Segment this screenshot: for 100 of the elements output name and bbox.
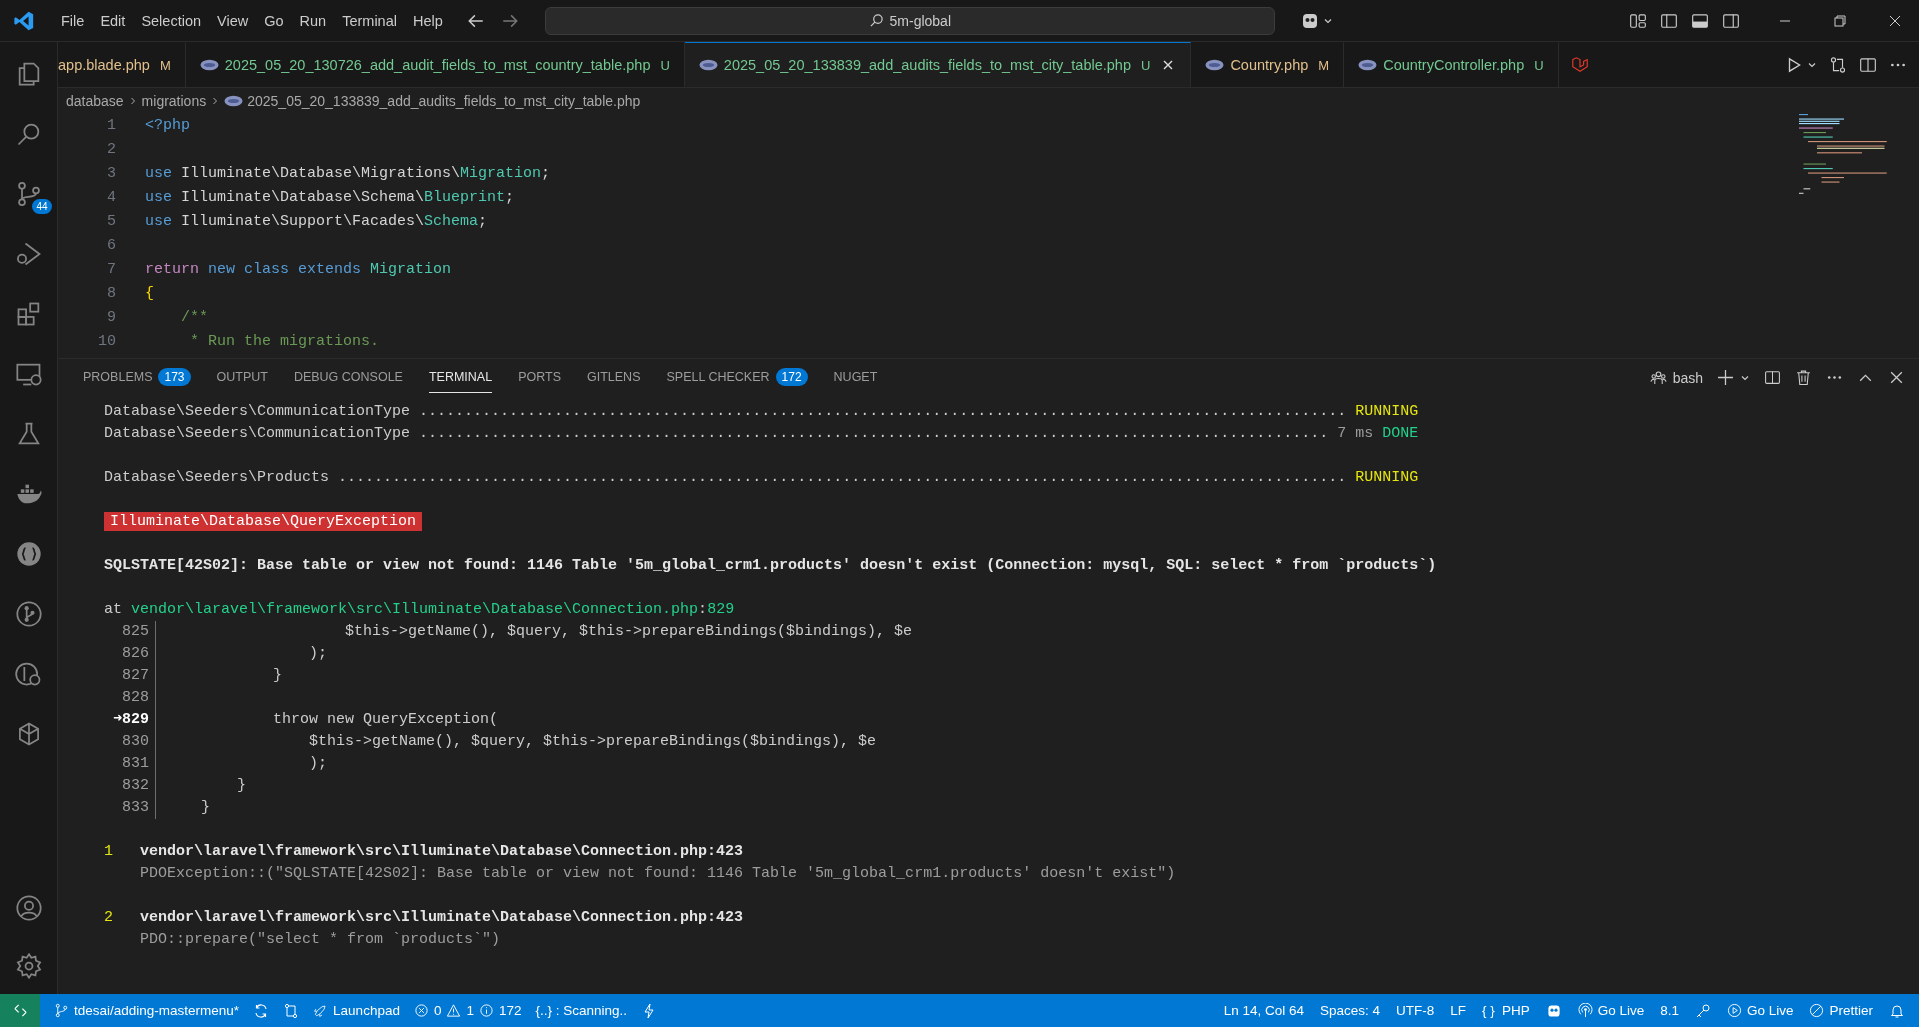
close-icon[interactable]	[1888, 369, 1905, 386]
broadcast-icon	[1577, 1003, 1593, 1018]
command-center-search-field[interactable]: 5m-global	[544, 6, 1275, 35]
cursor-position[interactable]: Ln 14, Col 64	[1223, 1003, 1305, 1018]
panel-toggle-icon[interactable]	[1691, 11, 1709, 30]
problems-status[interactable]: 0 1 172	[413, 1003, 522, 1018]
source-line-number: 833	[104, 797, 156, 819]
frame-call: PDO::prepare("select * from `products`")	[140, 930, 501, 950]
git-person-icon[interactable]	[14, 660, 43, 688]
line-number: 10	[97, 332, 116, 352]
code-line: return new class extends Migration	[144, 260, 452, 280]
layout-icon[interactable]	[1629, 11, 1647, 30]
prettier-status[interactable]: Prettier	[1809, 1003, 1873, 1018]
settings-icon[interactable]	[14, 952, 43, 980]
go-live-button[interactable]: Go Live	[1577, 1003, 1645, 1018]
git-graph-icon[interactable]	[14, 600, 43, 628]
source-line-number: ➜829	[104, 709, 156, 731]
line-number: 4	[106, 188, 116, 208]
seeder-name: Database\Seeders\CommunicationType	[104, 425, 411, 442]
menu-item[interactable]: Go	[256, 12, 292, 29]
panel-tab[interactable]: PORTS	[505, 359, 574, 396]
line-number: 5	[106, 212, 116, 232]
prohibited-icon	[1809, 1003, 1825, 1018]
code-line: {	[144, 284, 154, 304]
braces-circle-icon[interactable]	[14, 540, 43, 568]
menu-item[interactable]: Terminal	[334, 12, 405, 29]
task-status: RUNNING	[1355, 469, 1419, 486]
code-line: use Illuminate\Database\Migrations\Migration;	[144, 164, 551, 184]
seeder-name: Database\Seeders\Products	[104, 469, 330, 486]
dot-leader: .......................................................................................................	[419, 403, 1347, 420]
php-version-status[interactable]: 8.1	[1660, 1003, 1679, 1018]
notifications-icon[interactable]	[1889, 1002, 1905, 1019]
line-number: 8	[106, 284, 116, 304]
breadcrumb-item[interactable]: 2025_05_20_133839_add_audits_fields_to_mst_city_table.php	[247, 93, 641, 109]
go-live-button[interactable]: Go Live	[1726, 1003, 1794, 1018]
error-message: SQLSTATE[42S02]: Base table or view not found: 1146 Table '5m_global_crm1.products' doesn't exist (Connection: mysql, SQL: select * from `products`)	[104, 556, 1438, 576]
source-line-number: 825	[104, 621, 156, 643]
panel-tab[interactable]: DEBUG CONSOLE	[280, 359, 416, 396]
php-file-icon	[698, 59, 718, 71]
account-icon[interactable]	[14, 894, 43, 922]
source-line-number: 827	[104, 665, 156, 687]
menu-item[interactable]: Help	[404, 12, 451, 29]
menu-item[interactable]: File	[53, 12, 93, 29]
code-line: use Illuminate\Database\Schema\Blueprint;	[144, 188, 515, 208]
rocket-icon	[313, 1003, 329, 1018]
plus-icon[interactable]	[1717, 369, 1734, 386]
restore-icon[interactable]	[1832, 12, 1848, 29]
panel-tab[interactable]: SPELL CHECKER 172	[653, 359, 821, 396]
line-number: 7	[106, 260, 116, 280]
line-ending-status[interactable]: LF	[1450, 1003, 1467, 1018]
launchpad-status[interactable]: Launchpad	[313, 1003, 400, 1018]
line-number: 6	[106, 236, 116, 256]
breadcrumb-item[interactable]: database	[66, 93, 124, 109]
split-editor-icon[interactable]	[1859, 55, 1877, 74]
panel-tab[interactable]: NUGET	[820, 359, 891, 396]
remote-icon	[12, 1003, 28, 1018]
secondary-sidebar-toggle-icon[interactable]	[1722, 11, 1740, 30]
encoding-status[interactable]: UTF-8	[1396, 1003, 1435, 1018]
source-code-line: }	[236, 777, 246, 794]
terminal-selector[interactable]: bash	[1649, 369, 1703, 386]
indentation-status[interactable]: Spaces: 4	[1320, 1003, 1381, 1018]
menu-item[interactable]: Edit	[92, 12, 134, 29]
php-file-icon	[1205, 59, 1225, 71]
breadcrumb-item[interactable]: migrations	[141, 93, 207, 109]
dot-leader: ................................................................................................................	[338, 469, 1347, 486]
primary-sidebar-toggle-icon[interactable]	[1660, 11, 1678, 30]
code-line: /**	[180, 308, 208, 328]
menu-item[interactable]: View	[209, 12, 257, 29]
trash-icon[interactable]	[1795, 369, 1812, 386]
php-file-icon	[224, 95, 244, 107]
panel-tab[interactable]: PROBLEMS 173	[70, 359, 204, 396]
frame-path: vendor\laravel\framework\src\Illuminate\Database\Connection.php:423	[140, 908, 744, 928]
menu-item[interactable]: Selection	[133, 12, 210, 29]
php-file-icon	[1358, 59, 1378, 71]
compare-changes-icon[interactable]	[1829, 55, 1847, 74]
panel-tab[interactable]: TERMINAL	[415, 359, 506, 396]
language-mode[interactable]: { } PHP	[1482, 1003, 1530, 1018]
editor-tab[interactable]: 2025_05_20_133839_add_audits_fields_to_mst_city_table.php U	[684, 42, 1192, 87]
run-debug-icon[interactable]	[14, 240, 43, 268]
source-code-line: throw new QueryException(	[272, 711, 499, 728]
git-compare-icon[interactable]	[283, 1002, 300, 1019]
source-line-number: 830	[104, 731, 156, 753]
key-icon[interactable]	[1694, 1002, 1711, 1019]
split-terminal-icon[interactable]	[1764, 369, 1781, 386]
task-status: RUNNING	[1355, 403, 1419, 420]
source-line-number: 832	[104, 775, 156, 797]
frame-call: PDOException::("SQLSTATE[42S02]: Base table or view not found: 1146 Table '5m_global_crm1.products' doesn't exist")	[140, 864, 1176, 884]
source-line-number: 826	[104, 643, 156, 665]
menu-item[interactable]: Run	[291, 12, 335, 29]
editor-tab[interactable]: app.blade.php M	[58, 42, 186, 87]
play-circle-icon	[1726, 1003, 1742, 1018]
panel-tab[interactable]: OUTPUT	[203, 359, 281, 396]
code-line: * Run the migrations.	[189, 332, 380, 352]
panel-tab[interactable]: GITLENS	[574, 359, 654, 396]
people-icon	[1649, 369, 1667, 386]
source-line-number: 831	[104, 753, 156, 775]
robot-icon[interactable]	[1545, 1002, 1562, 1019]
info-icon	[478, 1003, 494, 1018]
branch-status[interactable]: tdesai/adding-mastermenu*	[54, 1003, 240, 1018]
scanning-status[interactable]: {..} : Scanning..	[535, 1003, 628, 1018]
